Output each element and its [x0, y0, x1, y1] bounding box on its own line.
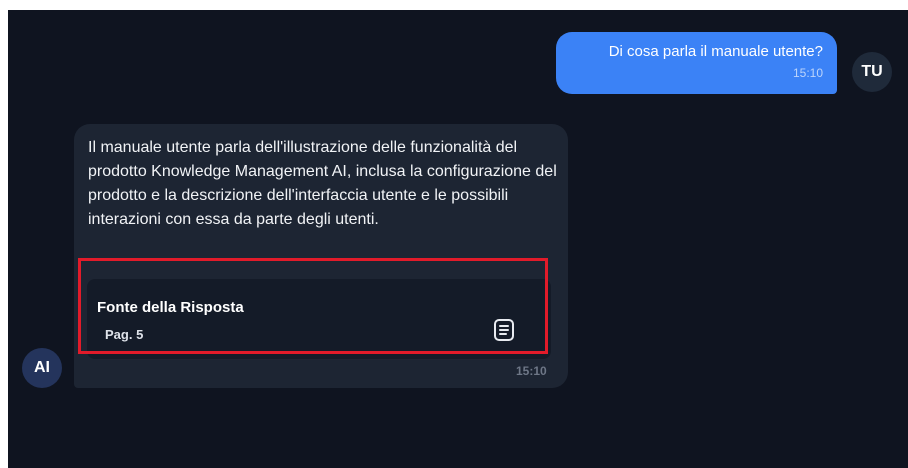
user-message-bubble: Di cosa parla il manuale utente? 15:10 [556, 32, 837, 94]
ai-message-bubble: Il manuale utente parla dell'illustrazio… [74, 124, 568, 388]
user-message-time: 15:10 [792, 66, 823, 80]
ai-message-time: 15:10 [516, 364, 547, 378]
document-icon[interactable] [491, 317, 517, 343]
ai-message-text: Il manuale utente parla dell'illustrazio… [88, 139, 557, 228]
ai-avatar: AI [22, 348, 62, 388]
source-card[interactable]: Fonte della Risposta Pag. 5 [87, 279, 551, 359]
source-page: Pag. 5 [105, 327, 144, 342]
source-title: Fonte della Risposta [97, 299, 244, 316]
user-message-text: Di cosa parla il manuale utente? [608, 43, 823, 60]
user-avatar: TU [852, 52, 892, 92]
chat-panel: Di cosa parla il manuale utente? 15:10 T… [8, 10, 908, 468]
